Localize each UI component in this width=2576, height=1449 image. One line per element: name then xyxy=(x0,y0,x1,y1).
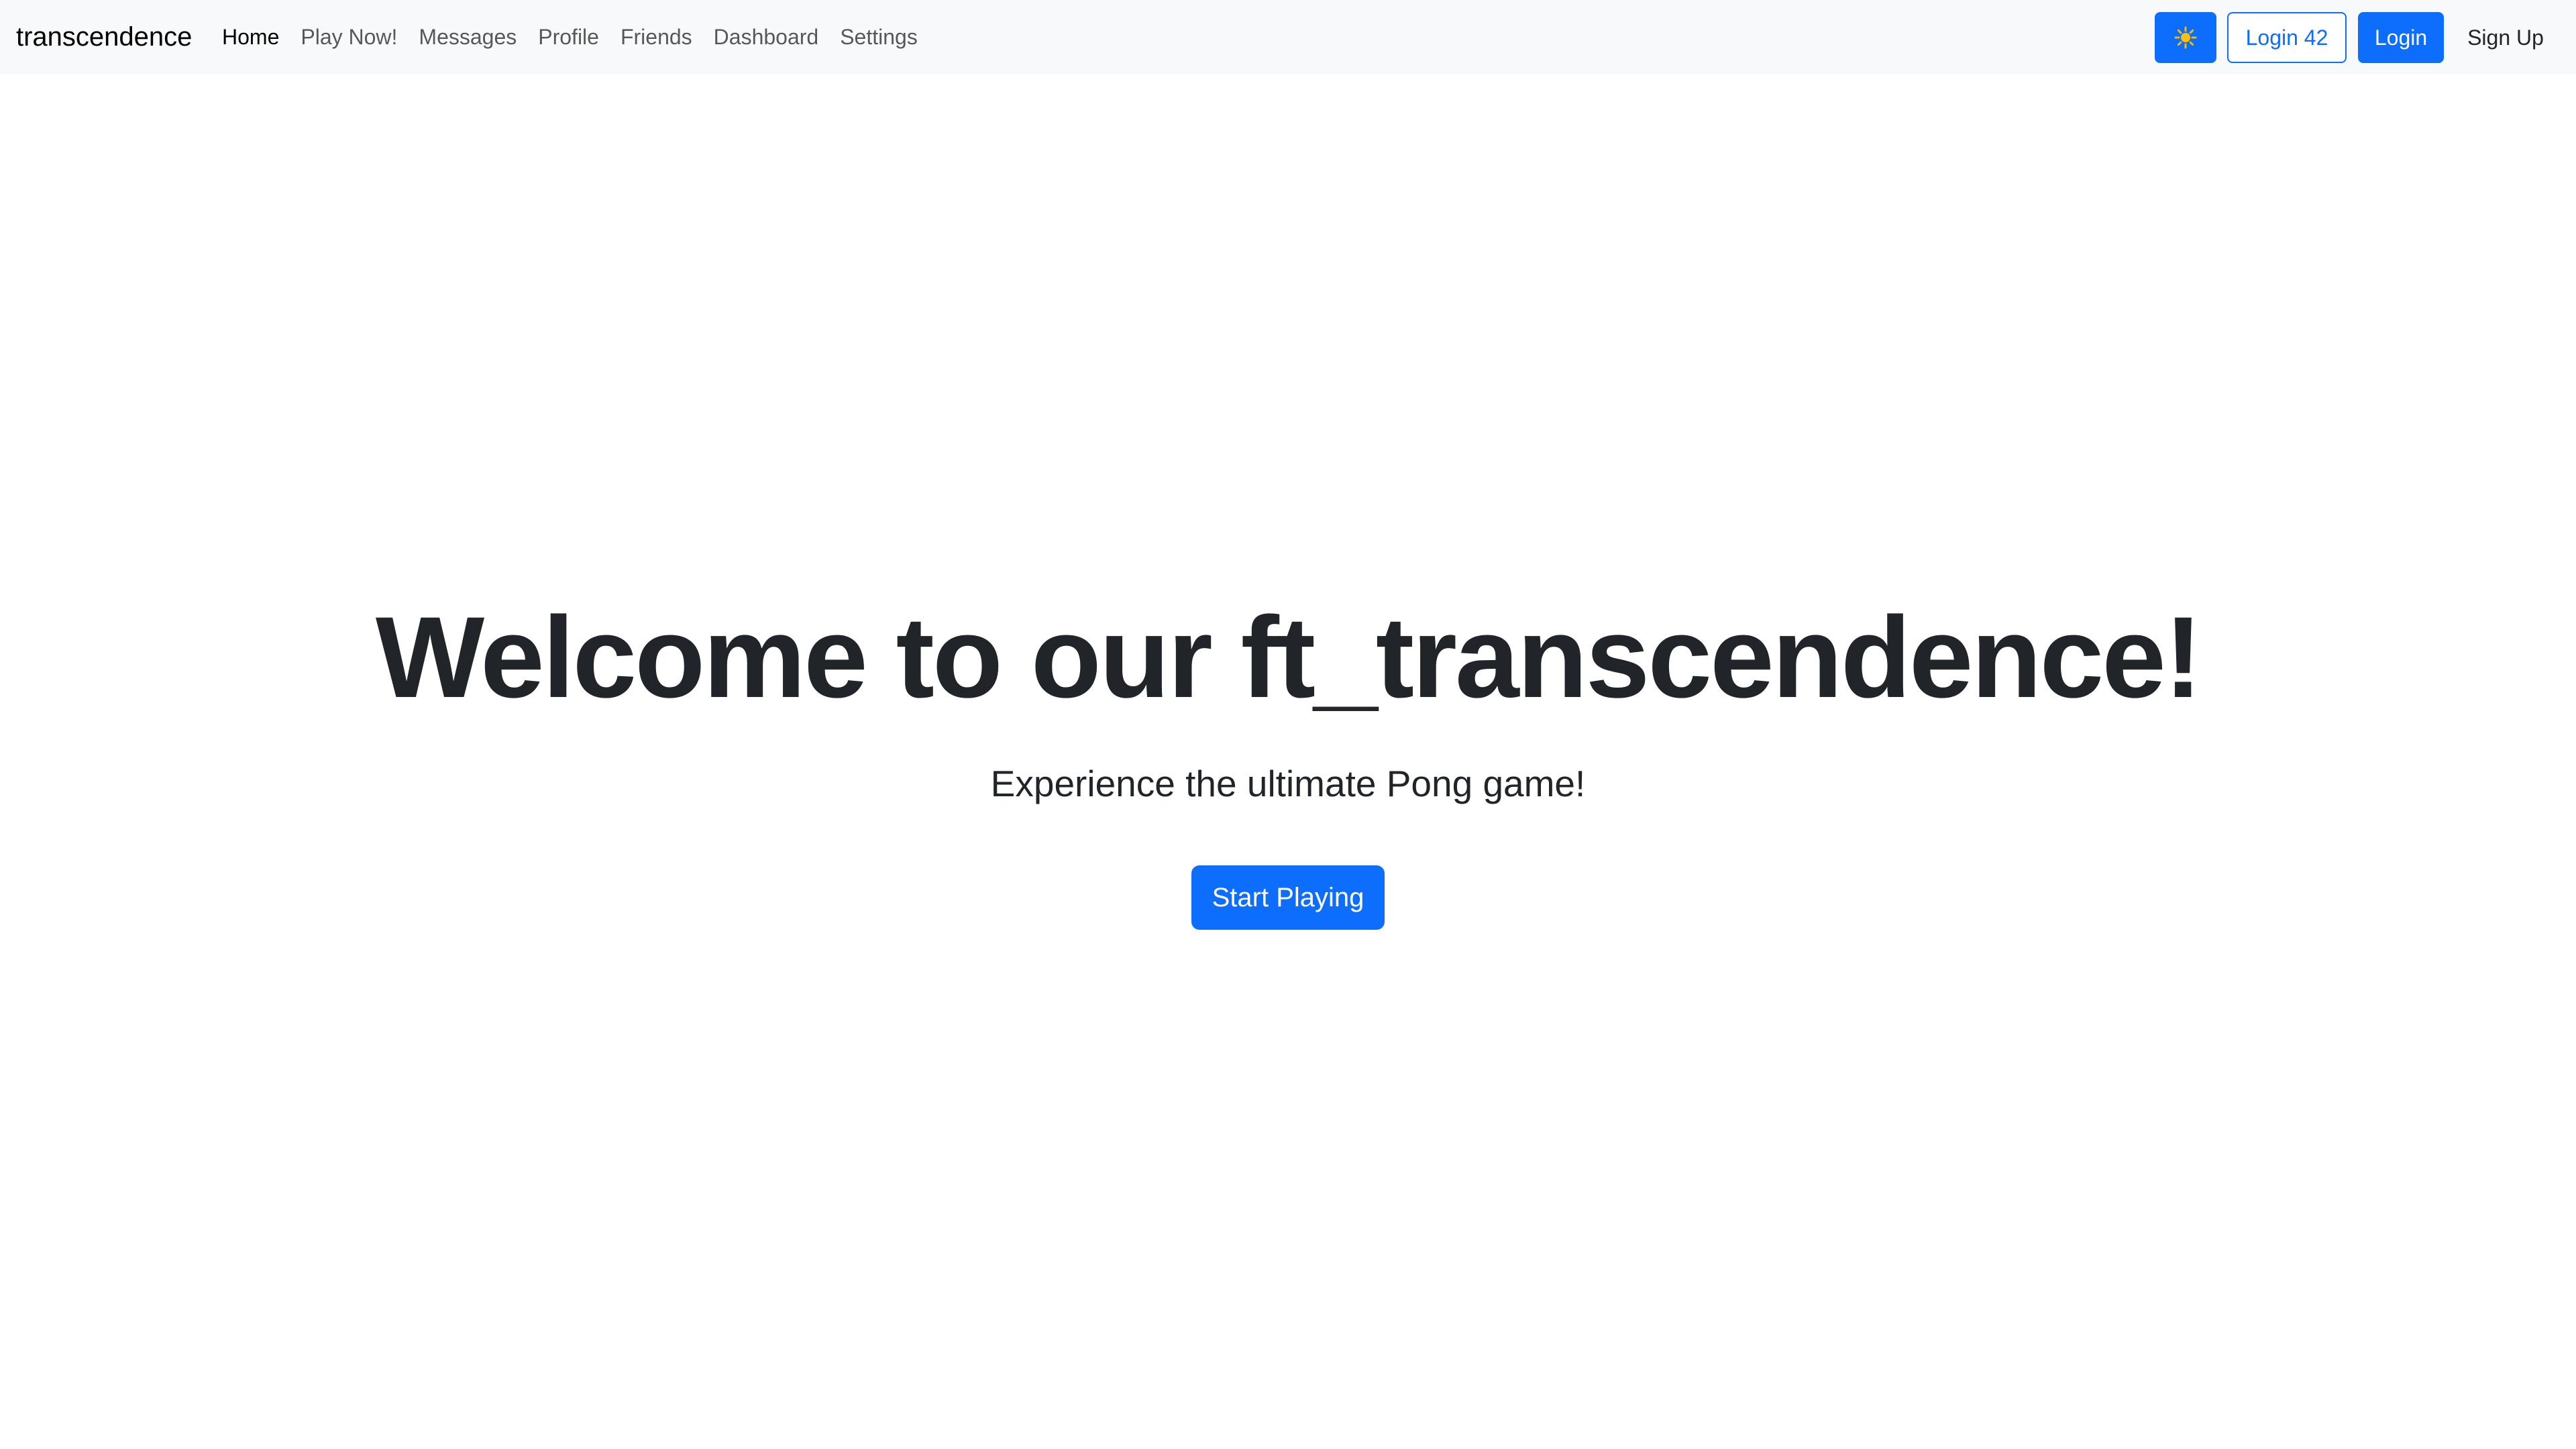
nav-link-settings[interactable]: Settings xyxy=(840,25,918,50)
navbar: transcendence Home Play Now! Messages Pr… xyxy=(0,0,2576,74)
nav-link-dashboard[interactable]: Dashboard xyxy=(714,25,819,50)
login-42-button[interactable]: Login 42 xyxy=(2227,12,2347,63)
login-button[interactable]: Login xyxy=(2358,12,2444,63)
signup-button[interactable]: Sign Up xyxy=(2455,12,2556,63)
sun-icon xyxy=(2174,26,2197,49)
hero-subtitle: Experience the ultimate Pong game! xyxy=(990,763,1586,804)
brand-logo[interactable]: transcendence xyxy=(16,0,192,74)
start-playing-button[interactable]: Start Playing xyxy=(1191,865,1385,930)
nav-link-play-now[interactable]: Play Now! xyxy=(301,25,397,50)
nav-link-friends[interactable]: Friends xyxy=(621,25,692,50)
theme-toggle-button[interactable] xyxy=(2155,12,2216,63)
hero-title: Welcome to our ft_transcendence! xyxy=(375,593,2202,722)
nav-link-profile[interactable]: Profile xyxy=(538,25,599,50)
nav-link-home[interactable]: Home xyxy=(222,25,279,50)
nav-links: Home Play Now! Messages Profile Friends … xyxy=(222,0,918,74)
nav-link-messages[interactable]: Messages xyxy=(419,25,517,50)
